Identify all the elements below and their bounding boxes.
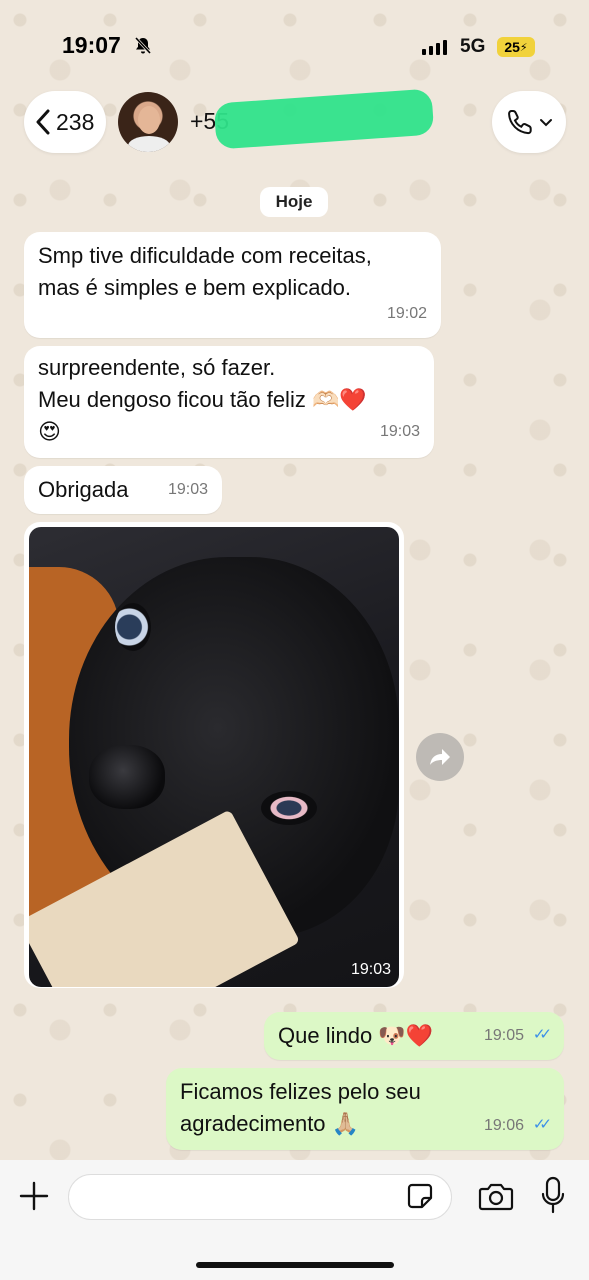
message-time: 19:03 bbox=[379, 423, 420, 440]
message-bubble-outgoing[interactable]: Que lindo 🐶❤️ 19:05 ✓✓ bbox=[264, 1012, 564, 1060]
message-bubble-incoming[interactable]: Smp tive dificuldade com receitas, mas é… bbox=[24, 232, 441, 338]
battery-level: 25 bbox=[504, 39, 520, 55]
status-bar: 19:07 5G 25 ⚡ bbox=[0, 0, 589, 92]
message-bubble-incoming[interactable]: surpreendente, só fazer. Meu dengoso fic… bbox=[24, 346, 434, 458]
signal-icon bbox=[422, 40, 447, 55]
message-input[interactable] bbox=[68, 1174, 452, 1220]
unread-count: 238 bbox=[56, 108, 95, 135]
home-indicator bbox=[196, 1262, 394, 1268]
message-bubble-outgoing[interactable]: Ficamos felizes pelo seu agradecimento 🙏… bbox=[166, 1068, 564, 1150]
dog-photo[interactable]: 19:03 bbox=[29, 527, 399, 987]
image-message[interactable]: 19:03 bbox=[24, 522, 404, 988]
forward-icon bbox=[430, 749, 450, 765]
message-time: 19:05 bbox=[483, 1027, 524, 1044]
microphone-icon[interactable] bbox=[540, 1176, 566, 1216]
message-time: 19:06 bbox=[483, 1117, 524, 1134]
chat-header: 238 +55 bbox=[0, 88, 589, 158]
phone-icon bbox=[508, 110, 532, 135]
status-time: 19:07 bbox=[62, 32, 121, 58]
message-text: Smp tive dificuldade com receitas, mas é… bbox=[38, 243, 372, 300]
message-time: 19:03 bbox=[350, 961, 391, 978]
message-time: 19:03 bbox=[167, 481, 208, 498]
bell-off-icon bbox=[134, 36, 152, 55]
message-bubble-incoming[interactable]: Obrigada 19:03 bbox=[24, 466, 222, 514]
avatar[interactable] bbox=[118, 92, 178, 152]
forward-button[interactable] bbox=[416, 733, 464, 781]
chevron-left-icon bbox=[36, 109, 50, 135]
back-button[interactable]: 238 bbox=[24, 91, 106, 153]
chevron-down-icon bbox=[540, 119, 552, 127]
read-receipt-icon: ✓✓ bbox=[532, 1026, 552, 1043]
call-button[interactable] bbox=[492, 91, 566, 153]
plus-icon[interactable] bbox=[18, 1180, 50, 1212]
date-separator: Hoje bbox=[260, 187, 328, 217]
message-text: surpreendente, só fazer. Meu dengoso fic… bbox=[38, 355, 367, 444]
network-type: 5G bbox=[460, 36, 486, 57]
message-time: 19:02 bbox=[386, 305, 427, 322]
read-receipt-icon: ✓✓ bbox=[532, 1116, 552, 1133]
redaction-scribble bbox=[213, 88, 435, 150]
sticker-icon[interactable] bbox=[406, 1182, 434, 1210]
battery-charging-icon: 25 ⚡ bbox=[497, 37, 535, 57]
camera-icon[interactable] bbox=[478, 1180, 514, 1212]
